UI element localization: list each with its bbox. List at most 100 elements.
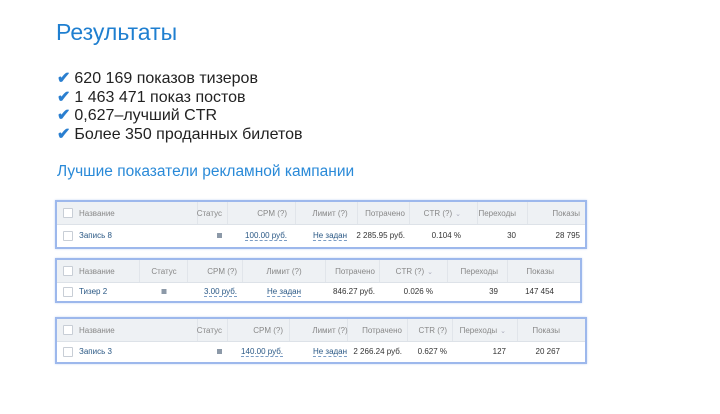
- column-header-label: Переходы: [478, 209, 516, 218]
- column-divider: [507, 260, 508, 282]
- cell-ctr: 0.627 %: [417, 347, 447, 356]
- cell-limit[interactable]: Не задан: [266, 287, 302, 297]
- column-header-limit[interactable]: Лимит (?): [312, 209, 347, 218]
- column-divider: [187, 260, 188, 282]
- column-header-label: Потрачено: [365, 209, 405, 218]
- cell-limit[interactable]: Не задан: [312, 347, 348, 357]
- column-header-status[interactable]: Статус: [151, 267, 176, 276]
- column-header-status[interactable]: Статус: [197, 326, 222, 335]
- checkmark-icon: ✔: [57, 125, 71, 143]
- cell-name[interactable]: Запись 8: [79, 231, 112, 240]
- sort-arrow-icon: ⌄: [500, 328, 506, 335]
- column-divider: [407, 319, 408, 341]
- column-header-label: CTR (?): [418, 326, 447, 335]
- column-header-cpm[interactable]: CPM (?): [253, 326, 283, 335]
- list-item-text: 1 463 471 показ постов: [74, 88, 246, 106]
- column-divider: [379, 260, 380, 282]
- list-item: ✔ 0,627–лучший CTR: [57, 107, 302, 126]
- table-row: Запись 3 140.00 руб. Не задан 2 266.24 руб.…: [57, 342, 585, 362]
- checkmark-icon: ✔: [57, 88, 71, 106]
- column-header-label: Переходы: [459, 326, 498, 335]
- status-indicator-icon: [217, 349, 222, 354]
- cell-name[interactable]: Тизер 2: [79, 287, 107, 296]
- cell-spent: 2 285.95 руб.: [356, 231, 405, 240]
- cell-clicks: 39: [489, 287, 498, 296]
- table-header: Название Статус CPM (?) Лимит (?) Потрачено C…: [57, 202, 585, 225]
- column-divider: [527, 202, 528, 224]
- column-header-label: Название: [79, 267, 115, 276]
- cell-limit[interactable]: Не задан: [312, 231, 348, 241]
- column-header-clicks[interactable]: Переходы: [478, 209, 516, 218]
- column-header-name[interactable]: Название: [79, 326, 115, 335]
- list-item-text: 620 169 показов тизеров: [74, 70, 258, 87]
- column-header-name[interactable]: Название: [79, 267, 115, 276]
- column-header-label: Потрачено: [362, 326, 402, 335]
- column-header-label: CPM (?): [253, 326, 283, 335]
- column-divider: [289, 319, 290, 341]
- cell-name[interactable]: Запись 3: [79, 347, 112, 356]
- column-header-spent[interactable]: Потрачено: [365, 209, 405, 218]
- row-checkbox[interactable]: [63, 231, 73, 241]
- column-divider: [447, 260, 448, 282]
- column-header-label: CTR (?): [395, 267, 425, 276]
- column-header-spent[interactable]: Потрачено: [362, 326, 402, 335]
- column-header-label: CPM (?): [257, 209, 287, 218]
- column-divider: [452, 319, 453, 341]
- column-header-cpm[interactable]: CPM (?): [207, 267, 237, 276]
- ads-table: Название Статус CPM (?) Лимит (?) Потрачено C…: [55, 258, 582, 303]
- column-header-name[interactable]: Название: [79, 209, 115, 218]
- ads-table: Название Статус CPM (?) Лимит (?) Потрачено C…: [55, 200, 587, 249]
- column-divider: [357, 202, 358, 224]
- column-header-views[interactable]: Показы: [552, 209, 580, 218]
- sort-arrow-icon: ⌄: [455, 211, 461, 218]
- column-header-cpm[interactable]: CPM (?): [257, 209, 287, 218]
- column-header-ctr[interactable]: CTR (?) ⌄: [424, 209, 461, 218]
- sort-arrow-icon: ⌄: [427, 269, 433, 276]
- column-header-ctr[interactable]: CTR (?) ⌄: [396, 267, 433, 276]
- column-header-status[interactable]: Статус: [197, 209, 222, 218]
- select-all-checkbox[interactable]: [63, 266, 73, 276]
- column-divider: [227, 202, 228, 224]
- column-header-views[interactable]: Показы: [532, 326, 560, 335]
- column-divider: [517, 319, 518, 341]
- cell-spent: 2 266.24 руб.: [353, 347, 402, 356]
- column-header-label: Показы: [526, 267, 554, 276]
- column-header-ctr[interactable]: CTR (?): [419, 326, 447, 335]
- column-divider: [242, 260, 243, 282]
- cell-clicks: 30: [507, 231, 516, 240]
- cell-cpm[interactable]: 140.00 руб.: [241, 347, 283, 357]
- list-item: ✔ Более 350 проданных билетов: [57, 126, 302, 145]
- column-header-label: Показы: [552, 209, 580, 218]
- column-divider: [295, 202, 296, 224]
- column-header-label: Лимит (?): [312, 326, 348, 335]
- ads-table: Название Статус CPM (?) Лимит (?) Потрачено C…: [55, 317, 587, 364]
- column-header-label: Показы: [532, 326, 560, 335]
- cell-views: 147 454: [525, 287, 554, 296]
- column-header-limit[interactable]: Лимит (?): [312, 326, 347, 335]
- list-item-text: 0,627–лучший CTR: [74, 107, 218, 124]
- page-title: Результаты: [56, 19, 178, 45]
- column-header-label: Потрачено: [335, 267, 375, 276]
- select-all-checkbox[interactable]: [63, 208, 73, 218]
- column-header-label: Переходы: [460, 267, 498, 276]
- column-header-clicks[interactable]: Переходы: [460, 267, 498, 276]
- column-header-label: Статус: [196, 326, 222, 335]
- column-divider: [325, 260, 326, 282]
- cell-cpm[interactable]: 100.00 руб.: [245, 231, 287, 241]
- column-header-spent[interactable]: Потрачено: [335, 267, 375, 276]
- status-indicator-icon: [217, 233, 222, 238]
- column-divider: [409, 202, 410, 224]
- cell-cpm[interactable]: 3.00 руб.: [203, 287, 237, 297]
- column-header-label: CTR (?): [423, 209, 453, 218]
- cell-spent: 846.27 руб.: [333, 287, 375, 296]
- table-header: Название Статус CPM (?) Лимит (?) Потрачено C…: [57, 260, 580, 283]
- row-checkbox[interactable]: [63, 347, 73, 357]
- column-header-label: Название: [79, 326, 115, 335]
- column-header-views[interactable]: Показы: [526, 267, 554, 276]
- select-all-checkbox[interactable]: [63, 325, 73, 335]
- column-header-limit[interactable]: Лимит (?): [266, 267, 301, 276]
- column-header-clicks[interactable]: Переходы ⌄: [460, 326, 506, 335]
- column-header-label: Статус: [196, 209, 222, 218]
- column-header-label: Лимит (?): [312, 209, 348, 218]
- row-checkbox[interactable]: [63, 287, 73, 297]
